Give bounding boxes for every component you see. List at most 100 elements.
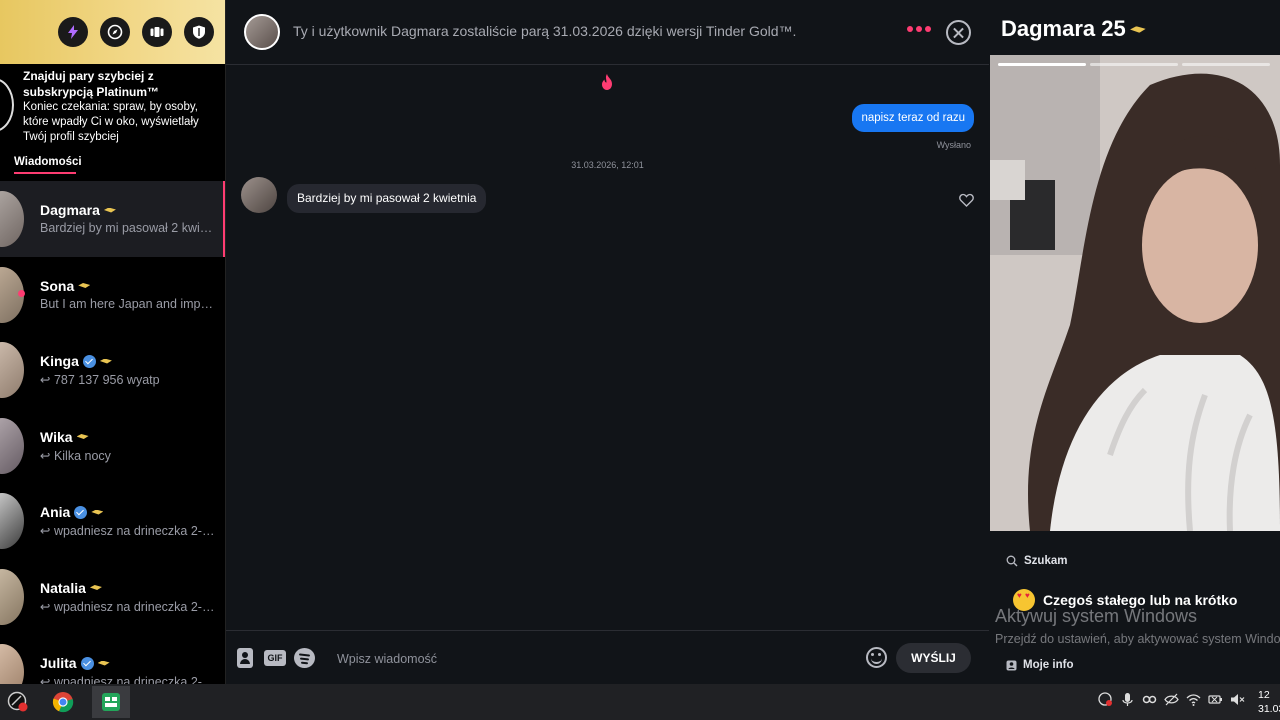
conversation-preview: But I am here Japan and improving <box>40 296 216 311</box>
clock-time: 12 <box>1258 689 1270 701</box>
verified-icon <box>74 505 88 519</box>
gold-badge-icon <box>1130 23 1147 35</box>
sent-status: Wysłano <box>936 140 971 150</box>
photo-pagination <box>998 63 1270 66</box>
avatar <box>0 417 24 474</box>
cards-icon[interactable] <box>142 17 172 47</box>
windows-activation-subtitle: Przejdź do ustawień, aby aktywować syste… <box>995 632 1280 646</box>
chrome-icon <box>52 692 74 713</box>
promo-avatar-ring <box>0 78 14 132</box>
my-info-label: Moje info <box>1023 659 1074 671</box>
conversation-preview: ↩ wpadniesz na drineczka 2-go? <box>40 524 216 538</box>
conversation-name: Dagmara <box>40 202 100 218</box>
battery-icon[interactable] <box>1208 692 1223 707</box>
avatar <box>0 342 24 398</box>
wifi-icon[interactable] <box>1186 692 1201 707</box>
clock-date: 31.03 <box>1258 703 1280 715</box>
conversation-item-ania[interactable]: Ania ↩ wpadniesz na drineczka 2-go? <box>0 483 225 559</box>
match-avatar[interactable] <box>244 14 280 50</box>
avatar <box>0 191 24 247</box>
tinder-flame-icon <box>602 74 612 90</box>
chat-panel: Ty i użytkownik Dagmara zostaliście parą… <box>226 0 989 684</box>
conversation-name: Kinga <box>40 353 79 369</box>
profile-name-age: Dagmara 25 <box>1001 16 1126 41</box>
conversation-preview: Bardziej by mi pasował 2 kwietnia <box>40 221 216 235</box>
shield-icon[interactable] <box>184 17 214 47</box>
avatar <box>0 493 24 549</box>
conversation-preview: ↩ wpadniesz na drineczka 2-go? <box>40 675 216 684</box>
gold-badge-icon <box>77 432 90 441</box>
chat-header: Ty i użytkownik Dagmara zostaliście parą… <box>226 0 989 65</box>
sidebar: Znajduj pary szybciej z subskrypcją Plat… <box>0 0 226 684</box>
conversation-item-julita[interactable]: Julita ↩ wpadniesz na drineczka 2-go? <box>0 634 225 684</box>
avatar <box>0 644 24 684</box>
gold-badge-icon <box>98 659 111 668</box>
microphone-icon[interactable] <box>1120 692 1135 707</box>
green-app-icon <box>102 693 120 711</box>
spotify-icon[interactable] <box>294 648 315 668</box>
sidebar-header <box>0 0 225 64</box>
record-app-icon <box>7 691 28 712</box>
search-icon <box>1006 555 1018 567</box>
conversation-item-natalia[interactable]: Natalia ↩ wpadniesz na drineczka 2-go? <box>0 559 225 635</box>
promo-description: Koniec czekania: spraw, by osoby, które … <box>23 101 199 143</box>
send-button[interactable]: WYŚLIJ <box>896 643 971 673</box>
taskbar-app-recorder[interactable] <box>1 686 35 718</box>
conversation-preview: ↩ wpadniesz na drineczka 2-go? <box>40 599 216 614</box>
gold-badge-icon <box>78 281 91 290</box>
tab-messages[interactable]: Wiadomości <box>14 156 82 168</box>
tab-active-indicator <box>14 172 76 174</box>
compass-icon[interactable] <box>100 17 130 47</box>
message-input[interactable] <box>337 648 857 670</box>
like-heart-icon[interactable] <box>959 193 974 207</box>
conversation-item-kinga[interactable]: Kinga ↩ 787 137 956 wyatp <box>0 332 225 408</box>
profile-panel: Dagmara 25 Szukam Czegoś stałego lub na … <box>989 0 1280 684</box>
gif-icon[interactable]: GIF <box>264 650 286 666</box>
conversation-preview: ↩ 787 137 956 wyatp <box>40 373 160 387</box>
gold-badge-icon <box>91 508 104 517</box>
contact-card-icon <box>1006 660 1017 670</box>
link-icon[interactable] <box>1142 692 1157 707</box>
message-composer: GIF WYŚLIJ <box>226 630 989 684</box>
match-info-text: Ty i użytkownik Dagmara zostaliście parą… <box>293 23 797 39</box>
volume-mute-icon[interactable] <box>1230 692 1245 707</box>
gold-badge-icon <box>100 357 113 366</box>
profile-photo-image <box>990 55 1280 531</box>
unread-dot-icon <box>18 289 25 297</box>
taskbar-app-active[interactable] <box>92 686 130 718</box>
emoji-icon[interactable] <box>866 647 887 668</box>
eye-off-icon[interactable] <box>1164 692 1179 707</box>
record-tray-icon[interactable] <box>1098 692 1113 707</box>
conversation-list: Dagmara Bardziej by mi pasował 2 kwietni… <box>0 181 225 684</box>
conversation-name: Ania <box>40 504 71 520</box>
conversation-name: Julita <box>40 655 77 671</box>
conversation-name: Sona <box>40 277 75 294</box>
promo-title: Znajduj pary szybciej z subskrypcją Plat… <box>23 69 160 99</box>
outgoing-message: napisz teraz od razu <box>852 104 974 132</box>
tinder-messages-app: Znajduj pary szybciej z subskrypcją Plat… <box>0 0 1280 720</box>
system-tray <box>1098 692 1245 707</box>
more-options-icon[interactable] <box>907 26 931 32</box>
system-clock[interactable]: 12 31.03 <box>1258 688 1280 716</box>
conversation-item-dagmara[interactable]: Dagmara Bardziej by mi pasował 2 kwietni… <box>0 181 225 257</box>
verified-icon <box>80 656 94 670</box>
windows-activation-title: Aktywuj system Windows <box>995 606 1198 626</box>
gold-badge-icon <box>90 583 103 592</box>
windows-taskbar: 12 31.03 <box>0 684 1280 720</box>
conversation-name: Natalia <box>40 579 86 596</box>
message-timestamp: 31.03.2026, 12:01 <box>571 160 644 170</box>
sender-avatar[interactable] <box>241 177 277 213</box>
conversation-preview: ↩ Kilka nocy <box>40 448 111 463</box>
profile-photo[interactable] <box>990 55 1280 531</box>
lightning-icon[interactable] <box>58 17 88 47</box>
avatar <box>0 568 24 625</box>
conversation-name: Wika <box>40 428 73 445</box>
conversation-item-sona[interactable]: Sona But I am here Japan and improving <box>0 257 225 333</box>
looking-for-label: Szukam <box>1024 555 1068 567</box>
platinum-promo[interactable]: Znajduj pary szybciej z subskrypcją Plat… <box>0 64 225 146</box>
incoming-message: Bardziej by mi pasował 2 kwietnia <box>287 184 487 213</box>
taskbar-app-chrome[interactable] <box>46 686 80 718</box>
conversation-item-wika[interactable]: Wika ↩ Kilka nocy <box>0 408 225 484</box>
contact-card-icon[interactable] <box>237 648 253 668</box>
close-icon[interactable] <box>946 20 971 45</box>
